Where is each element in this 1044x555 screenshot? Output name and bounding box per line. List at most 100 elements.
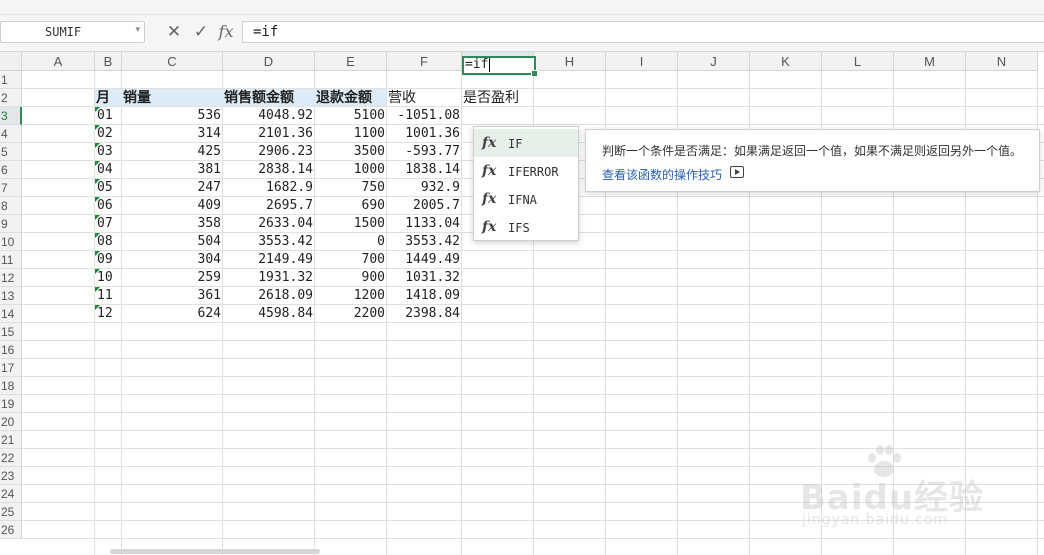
table-cell[interactable]: 247 xyxy=(122,179,223,197)
table-cell[interactable]: 900 xyxy=(315,269,387,287)
table-cell[interactable]: 08 xyxy=(95,233,122,251)
table-cell[interactable]: 2906.23 xyxy=(223,143,315,161)
table-cell[interactable]: 504 xyxy=(122,233,223,251)
horizontal-scrollbar[interactable] xyxy=(110,549,320,554)
column-header-l[interactable]: L xyxy=(822,52,894,71)
column-header-e[interactable]: E xyxy=(315,52,387,71)
table-cell[interactable]: 1001.36 xyxy=(387,125,462,143)
table-cell[interactable]: 06 xyxy=(95,197,122,215)
table-cell[interactable]: 750 xyxy=(315,179,387,197)
table-cell[interactable]: 1682.9 xyxy=(223,179,315,197)
column-header-f[interactable]: F xyxy=(387,52,462,71)
select-all-corner[interactable] xyxy=(0,52,22,71)
table-cell[interactable]: 304 xyxy=(122,251,223,269)
table-cell[interactable]: 1000 xyxy=(315,161,387,179)
table-cell[interactable]: 10 xyxy=(95,269,122,287)
row-header-22[interactable]: 22 xyxy=(0,449,22,467)
table-cell[interactable]: 07 xyxy=(95,215,122,233)
table-cell[interactable]: 5100 xyxy=(315,107,387,125)
table-cell[interactable]: 690 xyxy=(315,197,387,215)
table-cell[interactable]: 2618.09 xyxy=(223,287,315,305)
row-header-12[interactable]: 12 xyxy=(0,269,22,287)
row-header-15[interactable]: 15 xyxy=(0,323,22,341)
row-header-3[interactable]: 3 xyxy=(0,107,22,125)
table-cell[interactable]: 04 xyxy=(95,161,122,179)
row-header-23[interactable]: 23 xyxy=(0,467,22,485)
table-cell[interactable]: 700 xyxy=(315,251,387,269)
table-cell[interactable]: 05 xyxy=(95,179,122,197)
table-cell[interactable]: 1931.32 xyxy=(223,269,315,287)
row-header-25[interactable]: 25 xyxy=(0,503,22,521)
table-cell[interactable]: 1100 xyxy=(315,125,387,143)
table-cell[interactable]: 12 xyxy=(95,305,122,323)
row-header-11[interactable]: 11 xyxy=(0,251,22,269)
table-cell[interactable]: 01 xyxy=(95,107,122,125)
fill-handle[interactable] xyxy=(531,70,538,77)
suggestion-item[interactable]: fx IFNA xyxy=(474,185,578,213)
name-box[interactable]: SUMIF ▾ xyxy=(0,21,145,43)
suggestion-item[interactable]: fx IFERROR xyxy=(474,157,578,185)
row-header-10[interactable]: 10 xyxy=(0,233,22,251)
table-cell[interactable]: 1133.04 xyxy=(387,215,462,233)
formula-input[interactable]: =if xyxy=(242,21,1044,43)
close-icon[interactable]: ✕ xyxy=(163,21,185,43)
column-header-h[interactable]: H xyxy=(534,52,606,71)
row-header-2[interactable]: 2 xyxy=(0,89,22,107)
row-header-9[interactable]: 9 xyxy=(0,215,22,233)
column-header-m[interactable]: M xyxy=(894,52,966,71)
chevron-down-icon[interactable]: ▾ xyxy=(135,25,140,35)
table-cell[interactable]: 2149.49 xyxy=(223,251,315,269)
table-cell[interactable]: 03 xyxy=(95,143,122,161)
table-cell[interactable]: -1051.08 xyxy=(387,107,462,125)
row-header-4[interactable]: 4 xyxy=(0,125,22,143)
row-header-13[interactable]: 13 xyxy=(0,287,22,305)
table-cell[interactable]: 1838.14 xyxy=(387,161,462,179)
table-cell[interactable]: 2398.84 xyxy=(387,305,462,323)
header-revenue[interactable]: 营收 xyxy=(387,89,462,107)
table-cell[interactable]: 11 xyxy=(95,287,122,305)
header-refund-amount[interactable]: 退款金额 xyxy=(315,89,387,107)
table-cell[interactable]: 0 xyxy=(315,233,387,251)
table-cell[interactable]: 3500 xyxy=(315,143,387,161)
function-tips-link[interactable]: 查看该函数的操作技巧 xyxy=(602,166,722,183)
table-cell[interactable]: 4598.84 xyxy=(223,305,315,323)
table-cell[interactable]: 2633.04 xyxy=(223,215,315,233)
table-cell[interactable]: 2695.7 xyxy=(223,197,315,215)
table-cell[interactable]: 1418.09 xyxy=(387,287,462,305)
column-header-n[interactable]: N xyxy=(966,52,1038,71)
row-header-19[interactable]: 19 xyxy=(0,395,22,413)
column-header-c[interactable]: C xyxy=(122,52,223,71)
table-cell[interactable]: 4048.92 xyxy=(223,107,315,125)
column-header-i[interactable]: I xyxy=(606,52,678,71)
row-header-21[interactable]: 21 xyxy=(0,431,22,449)
column-header-a[interactable]: A xyxy=(22,52,95,71)
column-header-k[interactable]: K xyxy=(750,52,822,71)
column-header-j[interactable]: J xyxy=(678,52,750,71)
row-header-16[interactable]: 16 xyxy=(0,341,22,359)
table-cell[interactable]: 09 xyxy=(95,251,122,269)
row-header-14[interactable]: 14 xyxy=(0,305,22,323)
table-cell[interactable]: 314 xyxy=(122,125,223,143)
table-cell[interactable]: -593.77 xyxy=(387,143,462,161)
header-month[interactable]: 月 xyxy=(95,89,122,107)
column-header-d[interactable]: D xyxy=(223,52,315,71)
row-header-6[interactable]: 6 xyxy=(0,161,22,179)
table-cell[interactable]: 1031.32 xyxy=(387,269,462,287)
row-header-24[interactable]: 24 xyxy=(0,485,22,503)
table-cell[interactable]: 536 xyxy=(122,107,223,125)
table-cell[interactable]: 381 xyxy=(122,161,223,179)
table-cell[interactable]: 425 xyxy=(122,143,223,161)
row-header-26[interactable]: 26 xyxy=(0,521,22,539)
table-cell[interactable]: 409 xyxy=(122,197,223,215)
row-header-20[interactable]: 20 xyxy=(0,413,22,431)
table-cell[interactable]: 361 xyxy=(122,287,223,305)
row-header-7[interactable]: 7 xyxy=(0,179,22,197)
suggestion-item[interactable]: fx IF xyxy=(474,129,578,157)
header-sales-amount[interactable]: 销售额金额 xyxy=(223,89,315,107)
header-sales-qty[interactable]: 销量 xyxy=(122,89,223,107)
row-header-17[interactable]: 17 xyxy=(0,359,22,377)
table-cell[interactable]: 1200 xyxy=(315,287,387,305)
video-icon[interactable] xyxy=(730,166,744,178)
suggestion-item[interactable]: fx IFS xyxy=(474,213,578,241)
table-cell[interactable]: 3553.42 xyxy=(387,233,462,251)
